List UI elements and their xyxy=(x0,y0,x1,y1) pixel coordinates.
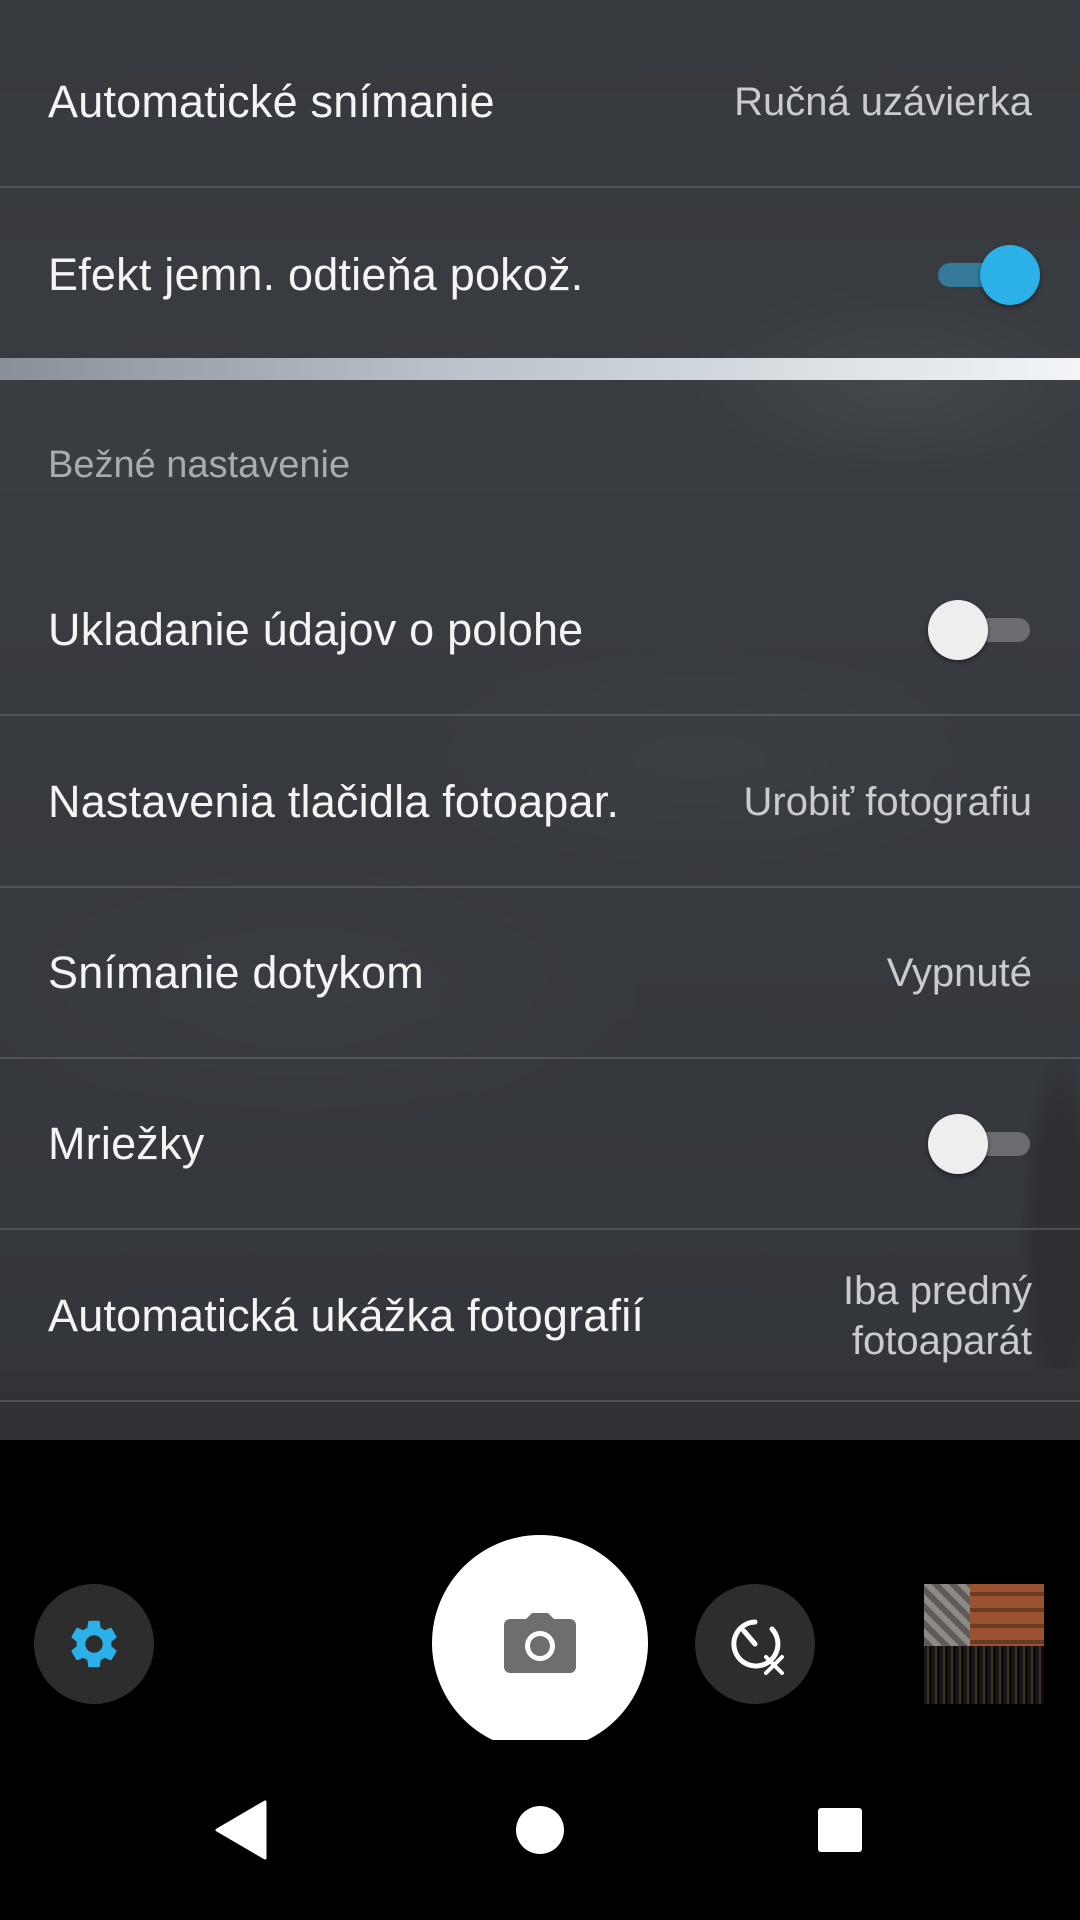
grid-lines-toggle[interactable] xyxy=(928,1114,1040,1174)
auto-review-label: Automatická ukážka fotografií xyxy=(48,1290,645,1341)
toggle-thumb xyxy=(928,600,988,660)
viewfinder-gap-strip xyxy=(0,358,1080,380)
touch-capture-row[interactable]: Snímanie dotykom Vypnuté xyxy=(0,889,1080,1059)
settings-panel-top: Automatické snímanie Ručná uzávierka Efe… xyxy=(0,0,1080,358)
camera-key-value: Urobiť fotografiu xyxy=(743,780,1032,824)
auto-capture-row[interactable]: Automatické snímanie Ručná uzávierka xyxy=(0,18,1080,188)
thumbnail-foreground xyxy=(924,1646,1044,1704)
auto-capture-value: Ručná uzávierka xyxy=(734,80,1032,124)
location-row[interactable]: Ukladanie údajov o polohe xyxy=(0,546,1080,716)
skin-softening-label: Efekt jemn. odtieňa pokož. xyxy=(48,249,584,300)
camera-icon xyxy=(504,1613,576,1673)
auto-review-value-line1: Iba predný xyxy=(842,1269,1032,1313)
last-photo-thumbnail[interactable] xyxy=(924,1584,1044,1704)
touch-capture-value: Vypnuté xyxy=(886,951,1032,995)
settings-button[interactable] xyxy=(34,1584,154,1704)
timer-off-icon xyxy=(731,1619,784,1675)
camera-controls-bar xyxy=(0,1440,1080,1751)
section-header-common: Bežné nastavenie xyxy=(48,444,351,486)
grid-lines-label: Mriežky xyxy=(48,1118,205,1169)
gear-icon xyxy=(71,1620,117,1668)
toggle-thumb xyxy=(928,1114,988,1174)
location-toggle[interactable] xyxy=(928,600,1040,660)
touch-capture-label: Snímanie dotykom xyxy=(48,947,424,998)
nav-home-button[interactable] xyxy=(490,1780,590,1880)
location-label: Ukladanie údajov o polohe xyxy=(48,604,584,655)
home-circle-icon xyxy=(516,1806,564,1854)
self-timer-button[interactable] xyxy=(695,1584,815,1704)
auto-review-value-line2: fotoaparát xyxy=(851,1319,1032,1363)
system-nav-bar xyxy=(0,1740,1080,1920)
camera-key-label: Nastavenia tlačidla fotoapar. xyxy=(48,776,620,827)
auto-review-row[interactable]: Automatická ukážka fotografií Iba predný… xyxy=(0,1232,1080,1402)
auto-capture-label: Automatické snímanie xyxy=(48,76,495,127)
shutter-button[interactable] xyxy=(432,1535,648,1751)
camera-key-row[interactable]: Nastavenia tlačidla fotoapar. Urobiť fot… xyxy=(0,718,1080,888)
auto-review-value: Iba predný fotoaparát xyxy=(843,1266,1032,1366)
skin-softening-toggle[interactable] xyxy=(928,245,1040,305)
back-triangle-icon xyxy=(215,1800,267,1860)
recents-square-icon xyxy=(818,1808,862,1852)
settings-panel-common: Bežné nastavenie Ukladanie údajov o polo… xyxy=(0,380,1080,1440)
nav-recents-button[interactable] xyxy=(790,1780,890,1880)
skin-softening-row[interactable]: Efekt jemn. odtieňa pokož. xyxy=(0,190,1080,360)
toggle-thumb xyxy=(980,245,1040,305)
nav-back-button[interactable] xyxy=(190,1780,290,1880)
grid-lines-row[interactable]: Mriežky xyxy=(0,1060,1080,1230)
